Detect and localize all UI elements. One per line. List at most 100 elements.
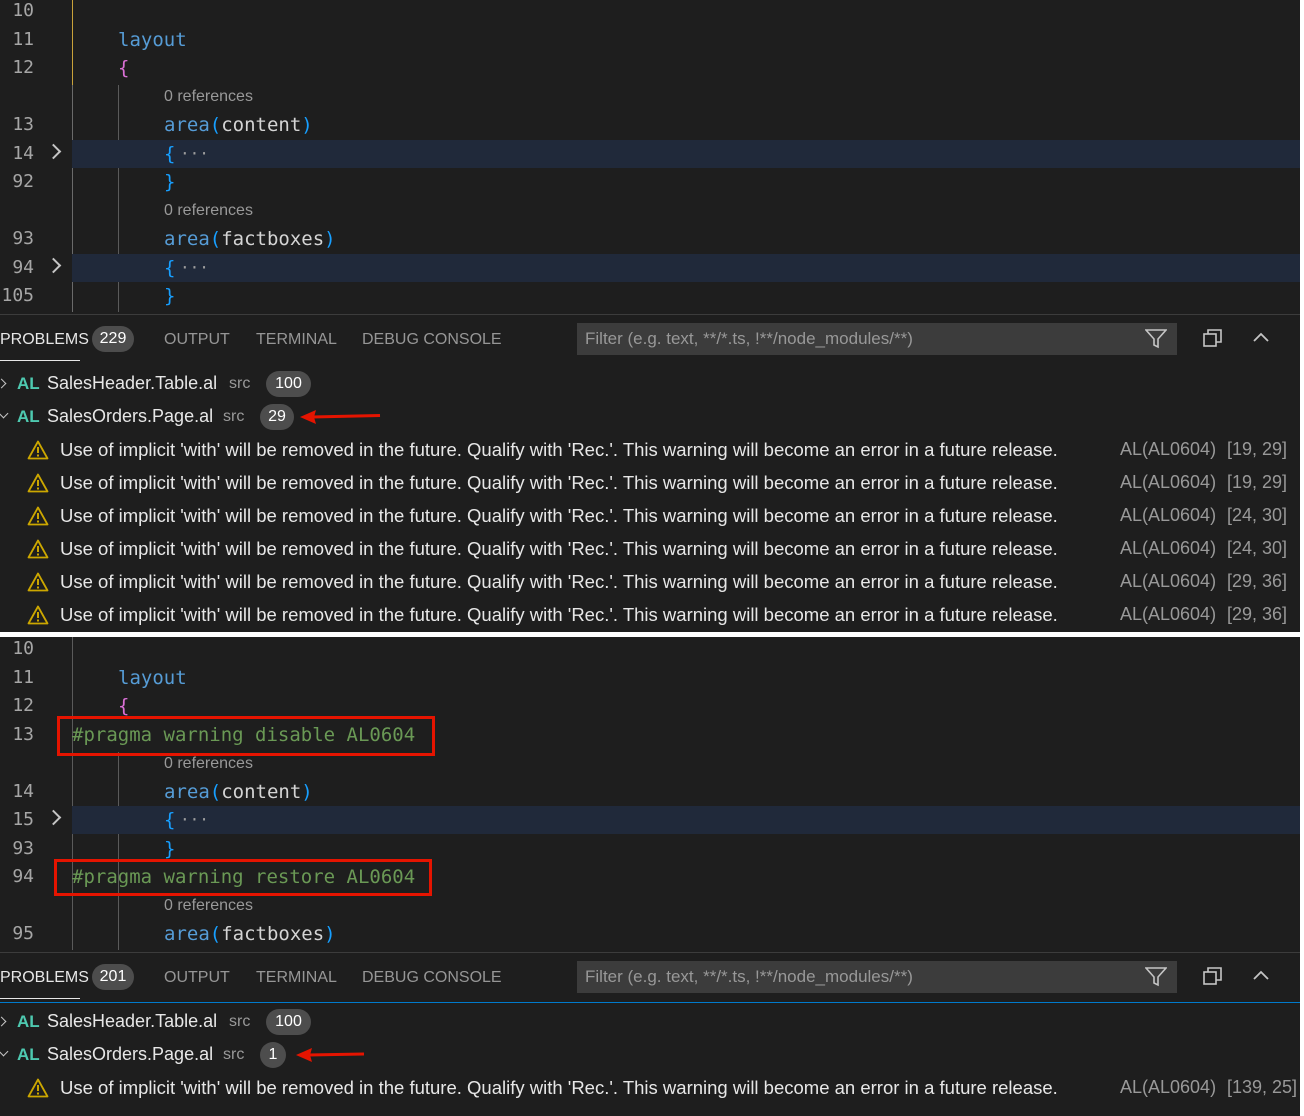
file-problem-count: 1 [260,1042,286,1068]
chevron-right-icon[interactable] [0,378,7,389]
brace: { [164,809,176,831]
filter-placeholder: Filter (e.g. text, **/*.ts, !**/node_mod… [585,967,913,986]
area-statement: area(content) [164,781,313,803]
codelens-line: 0 references [0,892,1300,920]
file-row[interactable]: AL SalesHeader.Table.al src 100 [0,1006,1300,1039]
folded-ellipsis[interactable]: ··· [180,254,209,282]
tab-output[interactable]: OUTPUT [164,329,230,351]
warning-row[interactable]: Use of implicit 'with' will be removed i… [0,1072,1300,1105]
code-line[interactable]: 95 area(factboxes) [0,920,1300,948]
code-line[interactable]: 11 layout [0,664,1300,692]
collapse-all-icon[interactable] [1202,966,1224,986]
tab-terminal[interactable]: TERMINAL [256,329,337,351]
warning-message: Use of implicit 'with' will be removed i… [60,1077,1058,1098]
line-number: 94 [12,866,34,887]
line-number: 105 [1,285,34,306]
line-number: 10 [12,0,34,21]
tab-debug-console[interactable]: DEBUG CONSOLE [362,967,502,989]
chevron-right-icon[interactable] [45,143,62,160]
file-row[interactable]: AL SalesOrders.Page.al src 1 [0,1039,1300,1072]
warning-row[interactable]: Use of implicit 'with' will be removed i… [0,467,1300,500]
warning-position: [139, 25] [1227,1077,1298,1097]
warning-icon [27,473,49,493]
code-line[interactable]: 14 { ··· [0,140,1300,168]
keyword: layout [118,667,187,689]
file-row[interactable]: AL SalesHeader.Table.al src 100 [0,368,1300,401]
code-line[interactable]: 13 area(content) [0,111,1300,139]
file-problem-count: 100 [266,1009,311,1035]
warning-code: AL(AL0604) [1120,538,1217,558]
screenshot-after: 10 11 layout 12 { 13 #pragma warning dis… [0,637,1300,1116]
warning-message: Use of implicit 'with' will be removed i… [60,571,1058,592]
line-number: 95 [12,923,34,944]
al-file-icon: AL [17,1045,40,1064]
file-directory: src [223,1046,245,1063]
area-statement: area(factboxes) [164,923,336,945]
code-line[interactable]: 11 layout [0,26,1300,54]
tab-output[interactable]: OUTPUT [164,967,230,989]
file-directory: src [229,375,251,392]
code-line[interactable]: 94 { ··· [0,254,1300,282]
file-name: SalesOrders.Page.al [47,1044,214,1064]
line-number: 14 [12,143,34,164]
focus-border [0,1002,1300,1003]
file-directory: src [223,408,245,425]
chevron-up-icon[interactable] [1251,328,1271,348]
chevron-down-icon[interactable] [0,408,9,419]
tab-problems[interactable]: PROBLEMS [0,967,89,989]
chevron-right-icon[interactable] [45,257,62,274]
code-line[interactable]: 12 { [0,54,1300,82]
tab-terminal[interactable]: TERMINAL [256,967,337,989]
warning-row[interactable]: Use of implicit 'with' will be removed i… [0,500,1300,533]
folded-ellipsis[interactable]: ··· [180,806,209,834]
code-line[interactable]: 105 } [0,282,1300,310]
brace: } [164,171,176,193]
arrow-annotation [296,1048,365,1062]
code-line[interactable]: 92 } [0,168,1300,196]
warning-position: [29, 36] [1227,604,1288,624]
references-codelens[interactable]: 0 references [164,197,253,225]
warning-code: AL(AL0604) [1120,505,1217,525]
tab-debug-console[interactable]: DEBUG CONSOLE [362,329,502,351]
references-codelens[interactable]: 0 references [164,83,253,111]
filter-input[interactable]: Filter (e.g. text, **/*.ts, !**/node_mod… [577,323,1177,355]
chevron-right-icon[interactable] [45,809,62,826]
warning-row[interactable]: Use of implicit 'with' will be removed i… [0,566,1300,599]
warning-message: Use of implicit 'with' will be removed i… [60,472,1058,493]
chevron-right-icon[interactable] [0,1016,7,1027]
line-number: 12 [12,695,34,716]
warning-row[interactable]: Use of implicit 'with' will be removed i… [0,599,1300,632]
filter-icon[interactable] [1145,967,1167,987]
warning-position: [29, 36] [1227,571,1288,591]
code-line[interactable]: 10 [0,0,1300,25]
references-codelens[interactable]: 0 references [164,750,253,778]
file-name: SalesOrders.Page.al [47,406,214,426]
al-file-icon: AL [17,1012,40,1031]
code-line[interactable]: 10 [0,637,1300,663]
filter-input[interactable]: Filter (e.g. text, **/*.ts, !**/node_mod… [577,961,1177,993]
tab-problems[interactable]: PROBLEMS [0,329,89,351]
panel-tabs: PROBLEMS 201 OUTPUT TERMINAL DEBUG CONSO… [0,952,1300,1002]
brace: { [164,143,176,165]
code-line[interactable]: 15 { ··· [0,806,1300,834]
file-row[interactable]: AL SalesOrders.Page.al src 29 [0,401,1300,434]
arrow-annotation [300,410,381,424]
codelens-line: 0 references [0,750,1300,778]
chevron-up-icon[interactable] [1251,966,1271,986]
code-line[interactable]: 14 area(content) [0,778,1300,806]
warning-message: Use of implicit 'with' will be removed i… [60,439,1058,460]
code-line[interactable]: 93 area(factboxes) [0,225,1300,253]
warning-position: [19, 29] [1227,439,1288,459]
filter-icon[interactable] [1145,329,1167,349]
line-number: 11 [12,29,34,50]
references-codelens[interactable]: 0 references [164,892,253,920]
collapse-all-icon[interactable] [1202,328,1224,348]
chevron-down-icon[interactable] [0,1046,9,1057]
screenshot-before: 10 11 layout 12 { 0 references 13 area(c… [0,0,1300,632]
warning-position: [24, 30] [1227,538,1288,558]
folded-ellipsis[interactable]: ··· [180,140,209,168]
problems-count-badge: 229 [92,326,134,352]
warning-code: AL(AL0604) [1120,1077,1217,1097]
warning-row[interactable]: Use of implicit 'with' will be removed i… [0,533,1300,566]
warning-row[interactable]: Use of implicit 'with' will be removed i… [0,434,1300,467]
